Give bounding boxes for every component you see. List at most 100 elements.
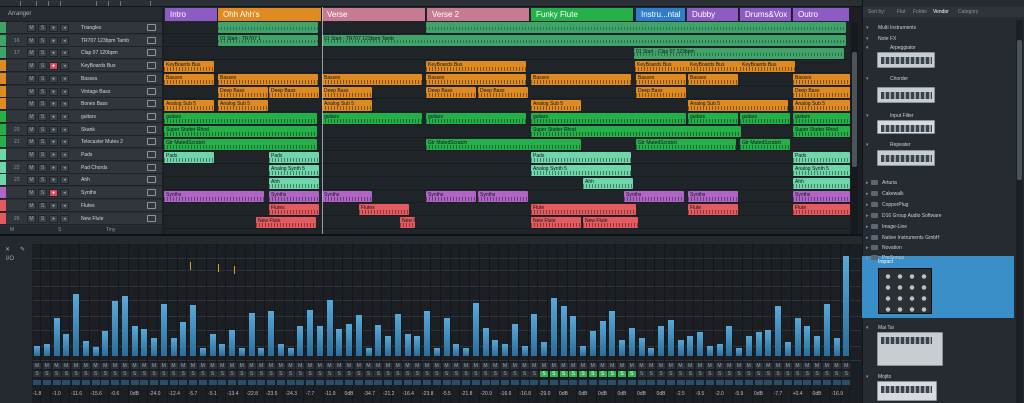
track-height-tiny[interactable]: Tiny (106, 227, 115, 233)
mute-button[interactable]: M (27, 74, 36, 83)
volume-readout[interactable]: -7.7 (305, 391, 315, 397)
solo-button[interactable]: S (38, 176, 47, 185)
mute-button[interactable]: M (27, 62, 36, 71)
browser-item[interactable]: ▸ Cakewalk (862, 188, 1020, 199)
solo-button[interactable]: S (627, 371, 636, 377)
event-clip[interactable]: Basses (793, 74, 850, 85)
tab-flat[interactable]: Flat (897, 9, 905, 15)
solo-button[interactable]: S (72, 371, 80, 377)
solo-button[interactable]: S (38, 49, 47, 58)
event-clip[interactable]: KeyBoards Bus (426, 61, 526, 72)
event-clip[interactable]: Flute (793, 204, 850, 215)
solo-button[interactable]: S (91, 371, 100, 377)
solo-button[interactable]: S (657, 371, 665, 377)
pan-knob[interactable] (257, 380, 266, 385)
event-clip[interactable]: Analog Sub 5 (793, 100, 850, 111)
mute-button[interactable]: M (442, 363, 451, 369)
track-header[interactable]: 26 M S ● ◂ New Flute (0, 212, 162, 225)
pan-knob[interactable] (393, 380, 402, 385)
pan-knob[interactable] (81, 380, 90, 385)
mute-button[interactable]: M (705, 363, 714, 369)
mute-button[interactable]: M (267, 363, 275, 369)
solo-button[interactable]: S (335, 371, 344, 377)
solo-button[interactable]: S (471, 371, 480, 377)
event-clip[interactable]: Analog Synth 5 (531, 165, 631, 176)
mute-button[interactable]: M (101, 363, 110, 369)
solo-button[interactable]: S (38, 24, 47, 32)
record-arm-button[interactable]: ● (49, 201, 58, 210)
solo-button[interactable]: S (42, 371, 51, 377)
mute-button[interactable]: M (27, 138, 36, 147)
mute-button[interactable]: M (822, 363, 831, 369)
wrench-icon[interactable]: ✎ (20, 246, 25, 253)
track-header[interactable]: 23 M S ● ◂ Ahh (0, 174, 162, 187)
mute-button[interactable]: M (676, 363, 685, 369)
mute-button[interactable]: M (471, 363, 480, 369)
pan-knob[interactable] (705, 380, 714, 385)
pan-knob[interactable] (501, 380, 509, 385)
pan-knob[interactable] (159, 380, 168, 385)
pan-knob[interactable] (72, 380, 80, 385)
solo-button[interactable]: S (33, 371, 41, 377)
mute-button[interactable]: M (42, 363, 51, 369)
mute-button[interactable]: M (81, 363, 90, 369)
pan-knob[interactable] (413, 380, 422, 385)
volume-readout[interactable]: 0dB (754, 391, 764, 397)
event-clip[interactable]: Deep Bass (636, 87, 686, 98)
pan-knob[interactable] (735, 380, 743, 385)
record-arm-button[interactable]: ● (49, 24, 58, 32)
mute-button[interactable]: M (413, 363, 422, 369)
mute-button[interactable]: M (345, 363, 353, 369)
solo-button[interactable]: S (179, 371, 188, 377)
pan-knob[interactable] (120, 380, 129, 385)
event-clip[interactable]: Synths (624, 191, 684, 202)
solo-button[interactable]: S (218, 371, 227, 377)
record-arm-button[interactable]: ● (49, 176, 58, 185)
pan-knob[interactable] (696, 380, 704, 385)
solo-button[interactable]: S (257, 371, 266, 377)
mute-button[interactable]: M (832, 363, 841, 369)
event-clip[interactable]: Synths (164, 191, 264, 202)
event-clip[interactable]: Synths (426, 191, 476, 202)
solo-button[interactable]: S (393, 371, 402, 377)
monitor-button[interactable]: ◂ (60, 24, 69, 32)
solo-button[interactable]: S (38, 151, 47, 159)
solo-button[interactable]: S (832, 371, 841, 377)
mute-button[interactable]: M (666, 363, 675, 369)
solo-button[interactable]: S (38, 163, 47, 172)
event-clip[interactable]: Pads (269, 152, 319, 163)
playhead-cursor[interactable] (322, 7, 323, 234)
pan-knob[interactable] (598, 380, 607, 385)
folder-icon[interactable] (147, 201, 156, 209)
record-arm-button[interactable]: ● (49, 112, 58, 121)
mute-button[interactable]: M (579, 363, 587, 369)
solo-button[interactable]: S (842, 371, 851, 377)
folder-icon[interactable] (147, 176, 156, 184)
solo-button[interactable]: S (384, 371, 392, 377)
event-clip[interactable]: Ahh (793, 178, 850, 189)
event-clip[interactable]: Synths (269, 191, 319, 202)
volume-readout[interactable]: -16.4 (403, 391, 414, 397)
event-clip[interactable]: Deep Bass (478, 87, 528, 98)
solo-button[interactable]: S (491, 371, 500, 377)
event-clip[interactable]: Analog Sub 5 (322, 100, 372, 111)
solo-button[interactable]: S (540, 371, 548, 377)
mute-button[interactable]: M (130, 363, 139, 369)
event-clip[interactable]: Analog Sub 5 (164, 100, 214, 111)
volume-readout[interactable]: 0dB (637, 391, 647, 397)
mute-button[interactable]: M (725, 363, 734, 369)
volume-readout[interactable]: 0dB (656, 391, 666, 397)
event-clip[interactable]: New Flute (531, 217, 581, 228)
mute-button[interactable]: M (481, 363, 490, 369)
mute-button[interactable]: M (257, 363, 266, 369)
event-clip[interactable]: 01 Start - TR707 1 (218, 35, 318, 46)
record-arm-button[interactable]: ● (49, 36, 58, 45)
pan-knob[interactable] (198, 380, 207, 385)
event-clip[interactable]: Deep Bass (322, 87, 372, 98)
pan-knob[interactable] (423, 380, 431, 385)
event-clip[interactable]: Analog Sub 5 (688, 100, 788, 111)
mute-button[interactable]: M (237, 363, 246, 369)
event-clip[interactable]: Basses (636, 74, 686, 85)
browser-item[interactable]: ▸ Arturia (862, 177, 1020, 188)
folder-icon[interactable] (147, 151, 156, 158)
